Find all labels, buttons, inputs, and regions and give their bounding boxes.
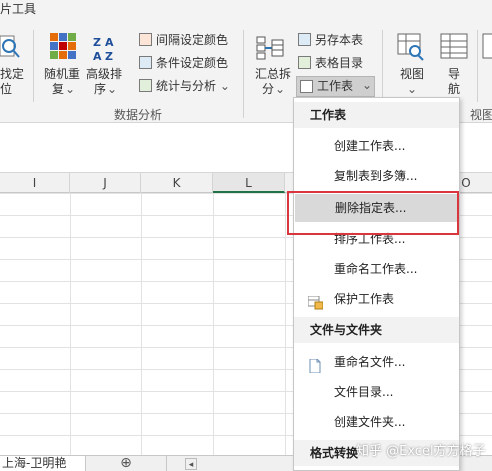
view-button[interactable]: 视图 [400, 67, 424, 81]
partial-icon [482, 33, 492, 61]
menu-item-rename-worksheets[interactable]: 重命名工作表... [294, 255, 459, 283]
stats-analysis-button[interactable]: 统计与分析 ⌄ [139, 77, 230, 95]
file-icon [308, 355, 323, 374]
grid-line [285, 193, 286, 455]
sort-az-icon: Z A A Z [91, 34, 119, 63]
grid-line [141, 193, 142, 455]
menu-item-create-folder[interactable]: 创建文件夹... [294, 408, 459, 436]
find-locate-button[interactable]: 找定 [0, 67, 24, 81]
svg-text:A: A [105, 36, 114, 49]
add-sheet-icon[interactable]: ⊕ [118, 456, 134, 471]
menu-item-file-directory[interactable]: 文件目录... [294, 378, 459, 406]
worksheet-dropdown-menu: 工作表 创建工作表... 复制表到多簿... 删除指定表... 排序工作表...… [293, 97, 460, 471]
menu-header-files: 文件与文件夹 [294, 317, 459, 343]
conditional-color-button[interactable]: 条件设定颜色 [139, 54, 228, 72]
highlight-annotation-box [287, 191, 459, 235]
advanced-sort-button-2[interactable]: 序 [94, 82, 106, 96]
menu-item-rename-files[interactable]: 重命名文件... [294, 348, 459, 376]
grid-color-icon [139, 33, 152, 46]
menu-header-worksheet: 工作表 [294, 102, 459, 128]
find-locate-button-2[interactable]: 位 [0, 82, 12, 96]
tab-divider [166, 456, 167, 471]
column-header-l[interactable]: L [213, 173, 285, 193]
scroll-left-icon[interactable]: ◂ [185, 458, 197, 470]
navigation-button-2[interactable]: 航 [448, 82, 460, 96]
chevron-down-icon[interactable]: ⌄ [275, 82, 285, 96]
summary-split-icon [256, 34, 284, 62]
chevron-down-icon[interactable]: ⌄ [407, 82, 417, 96]
chevron-down-icon[interactable]: ⌄ [107, 82, 117, 96]
table-toc-icon [298, 56, 311, 69]
summary-split-button-2[interactable]: 分 [262, 82, 274, 96]
group-label-data-analysis: 数据分析 [114, 108, 163, 122]
find-icon [0, 34, 22, 62]
menu-item-protect-worksheet[interactable]: 保护工作表 [294, 285, 459, 313]
grid-line [70, 193, 71, 455]
ribbon-tab-fragment[interactable]: 片工具 [0, 2, 36, 16]
navigation-icon [440, 33, 468, 61]
excel-window: 片工具 找定 位 随机重 复 ⌄ Z A A Z 高级排 序 ⌄ 间隔设定颜色 … [0, 0, 492, 471]
chevron-down-icon[interactable]: ⌄ [65, 82, 75, 96]
column-header-i[interactable]: I [0, 173, 70, 193]
menu-item-copy-to-workbooks[interactable]: 复制表到多簿... [294, 162, 459, 190]
svg-text:Z: Z [105, 50, 113, 62]
random-repeat-icon [49, 32, 77, 60]
advanced-sort-button[interactable]: 高级排 [86, 67, 122, 81]
grid-color-icon [139, 56, 152, 69]
group-label-view: 视图 [470, 108, 492, 122]
table-toc-button[interactable]: 表格目录 [298, 54, 363, 72]
navigation-button[interactable]: 导 [448, 67, 460, 81]
grid-line [213, 193, 214, 455]
random-repeat-button[interactable]: 随机重 [44, 67, 80, 81]
interval-color-button[interactable]: 间隔设定颜色 [139, 31, 228, 49]
sheet-tab[interactable]: 上海-卫明艳 [0, 456, 86, 471]
chart-icon [139, 79, 152, 92]
view-icon [397, 33, 425, 61]
summary-split-button[interactable]: 汇总拆 [255, 67, 291, 81]
save-table-button[interactable]: 另存本表 [298, 31, 363, 49]
column-header-k[interactable]: K [141, 173, 213, 193]
worksheet-icon [300, 80, 313, 93]
random-repeat-button-2[interactable]: 复 [52, 82, 64, 96]
worksheet-menu-button[interactable]: 工作表 ⌄ [296, 76, 375, 97]
menu-item-create-worksheet[interactable]: 创建工作表... [294, 132, 459, 160]
column-header-j[interactable]: J [70, 173, 141, 193]
svg-text:Z: Z [93, 36, 101, 49]
chevron-down-icon: ⌄ [362, 78, 373, 92]
svg-text:A: A [93, 50, 102, 62]
protect-sheet-icon [307, 292, 324, 310]
watermark-text: 知乎 @Excel方方格子 [356, 444, 486, 459]
save-table-icon [298, 33, 311, 46]
